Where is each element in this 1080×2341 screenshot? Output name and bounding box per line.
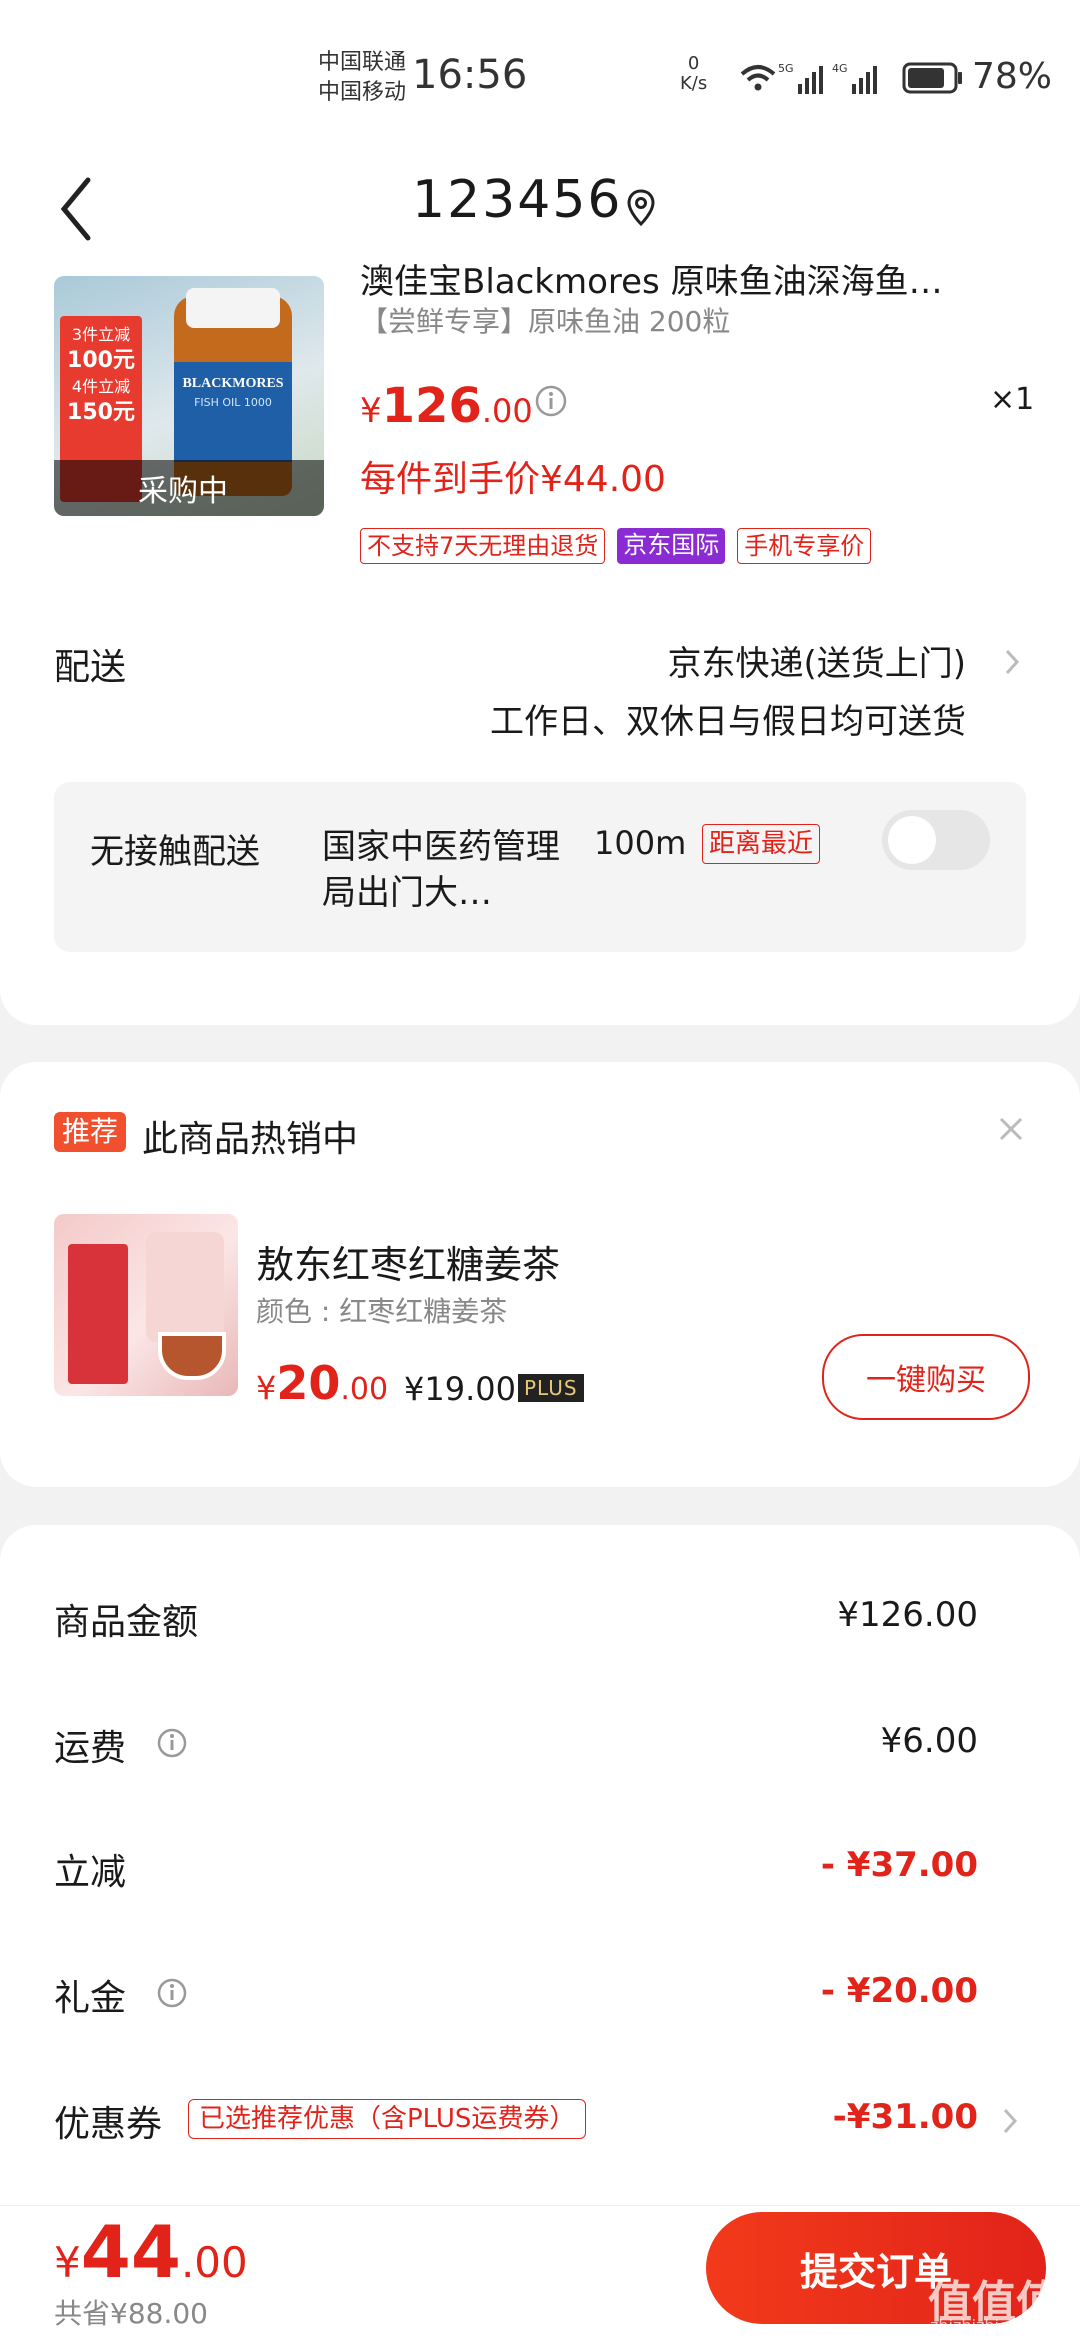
price-decimal: .00 [481,392,533,430]
total-integer: 44 [80,2210,181,2294]
svg-text:4G: 4G [832,62,848,75]
carrier-2: 中国移动 [318,80,407,105]
price-integer: 126 [381,378,482,434]
close-icon[interactable] [996,1114,1026,1144]
price-summary-card: 商品金额 ¥126.00 运费 ¥6.00 立减 - ¥37.00 礼金 - ¥… [0,1525,1080,2205]
product-title[interactable]: 澳佳宝Blackmores 原味鱼油深海鱼… [360,254,1020,303]
carrier-1: 中国联通 [318,50,407,75]
summary-discount-value: - ¥37.00 [820,1845,978,1885]
one-click-buy-button[interactable]: 一键购买 [822,1334,1030,1420]
summary-goods-label: 商品金额 [54,1602,199,1643]
status-bar: 中国联通 中国移动 16:56 0 K/s 5G 4G 78% [0,0,1080,150]
price-currency: ¥ [360,391,382,431]
recommend-badge: 推荐 [54,1112,127,1152]
battery-icon [902,62,962,94]
total-price: ¥44.00 [54,2210,248,2294]
promo-line-1: 3件立减 [71,325,131,344]
signal-5g-icon [798,66,823,94]
delivery-method[interactable]: 京东快递(送货上门) [667,636,966,685]
promo-line-2-value: 150元 [67,400,135,425]
plus-badge: PLUS [518,1374,584,1402]
tag-no-return: 不支持7天无理由退货 [360,528,606,564]
wifi-icon [740,65,776,82]
total-currency: ¥ [54,2238,81,2287]
tag-mobile-price: 手机专享价 [737,528,872,564]
info-icon[interactable] [534,384,568,418]
recommend-card: 推荐 此商品热销中 敖东红枣红糖姜茶 颜色 : 红枣红糖姜茶 ¥20.00 ¥1… [0,1062,1080,1487]
contactless-distance: 100m [594,824,687,862]
bottle-cap [186,288,280,328]
recommend-plus-price: ¥19.00 [404,1370,516,1408]
product-quantity: ×1 [990,382,1035,417]
bottle-brand: BLACKMORES [182,376,284,391]
total-saved: 共省¥88.00 [54,2297,208,2330]
carrier-names: 中国联通 中国移动 [318,48,406,108]
signal-icons: 5G 4G [740,62,962,94]
bottle-subtitle: FISH OIL 1000 [194,396,272,409]
summary-discount-label: 立减 [54,1852,127,1893]
location-pin-icon[interactable] [626,188,656,228]
toggle-knob [888,816,936,864]
purchasing-status: 采购中 [138,474,228,509]
rec-price-currency: ¥ [256,1369,277,1407]
summary-coupon-value[interactable]: -¥31.00 [833,2097,978,2137]
status-time: 16:56 [412,52,528,98]
signal-4g-icon [852,66,877,94]
summary-gift-label: 礼金 [54,1978,127,2019]
rec-price-integer: 20 [276,1356,341,1410]
summary-gift-value: - ¥20.00 [820,1971,978,2011]
contactless-place[interactable]: 国家中医药管理局出门大… [322,824,572,916]
promo-line-2: 4件立减 [71,377,131,396]
bottle-label: BLACKMORES FISH OIL 1000 [174,362,292,462]
summary-shipping-value: ¥6.00 [880,1721,978,1761]
shipping-info-icon[interactable] [156,1727,188,1759]
product-tags: 不支持7天无理由退货 京东国际 手机专享价 [360,528,872,564]
product-price: ¥126.00 [360,378,533,434]
recommend-product-name[interactable]: 敖东红枣红糖姜茶 [256,1234,560,1289]
recommend-title: 此商品热销中 [142,1119,359,1160]
summary-shipping-label: 运费 [54,1728,127,1769]
rec-price-decimal: .00 [340,1372,389,1407]
net-speed: 0 K/s [680,54,707,94]
delivery-label: 配送 [54,647,127,688]
summary-goods-value: ¥126.00 [837,1595,978,1635]
total-decimal: .00 [180,2238,248,2287]
tea-box [68,1244,128,1384]
back-arrow-icon[interactable] [56,174,96,244]
chevron-right-icon[interactable] [1004,648,1020,676]
arrival-price: 每件到手价¥44.00 [360,459,666,500]
nav-bar: 123456 [0,150,1080,270]
tea-figure [146,1232,224,1342]
summary-coupon-label: 优惠券 [54,2104,163,2145]
svg-text:5G: 5G [778,62,794,75]
page-title: 123456 [412,170,623,230]
tag-jd-international: 京东国际 [617,528,726,564]
recommend-price: ¥20.00 [256,1356,388,1410]
order-product-card: 3件立减 100元 4件立减 150元 BLACKMORES FISH OIL … [0,262,1080,1025]
recommend-product-image[interactable] [54,1214,238,1396]
nearest-badge: 距离最近 [702,824,821,864]
contactless-delivery-panel: 无接触配送 国家中医药管理局出门大… 100m 距离最近 [54,782,1026,952]
net-speed-value: 0 [687,53,700,74]
product-spec: 【尝鲜专享】原味鱼油 200粒 [360,305,731,338]
delivery-schedule: 工作日、双休日与假日均可送货 [490,702,966,742]
recommend-product-spec: 颜色 : 红枣红糖姜茶 [256,1295,508,1328]
contactless-toggle[interactable] [882,810,990,870]
tea-cup [158,1332,226,1380]
checkout-bar: ¥44.00 共省¥88.00 提交订单 [0,2205,1080,2341]
battery-percent: 78% [972,56,1053,97]
contactless-label: 无接触配送 [90,832,260,872]
net-speed-unit: K/s [680,73,708,94]
coupon-note-badge[interactable]: 已选推荐优惠（含PLUS运费券） [188,2099,587,2139]
watermark-url: zhizhizhi.com [930,2316,1039,2335]
gift-info-icon[interactable] [156,1977,188,2009]
promo-line-1-value: 100元 [67,348,135,373]
product-image[interactable]: 3件立减 100元 4件立减 150元 BLACKMORES FISH OIL … [54,276,324,516]
coupon-chevron-right-icon[interactable] [1002,2107,1018,2135]
